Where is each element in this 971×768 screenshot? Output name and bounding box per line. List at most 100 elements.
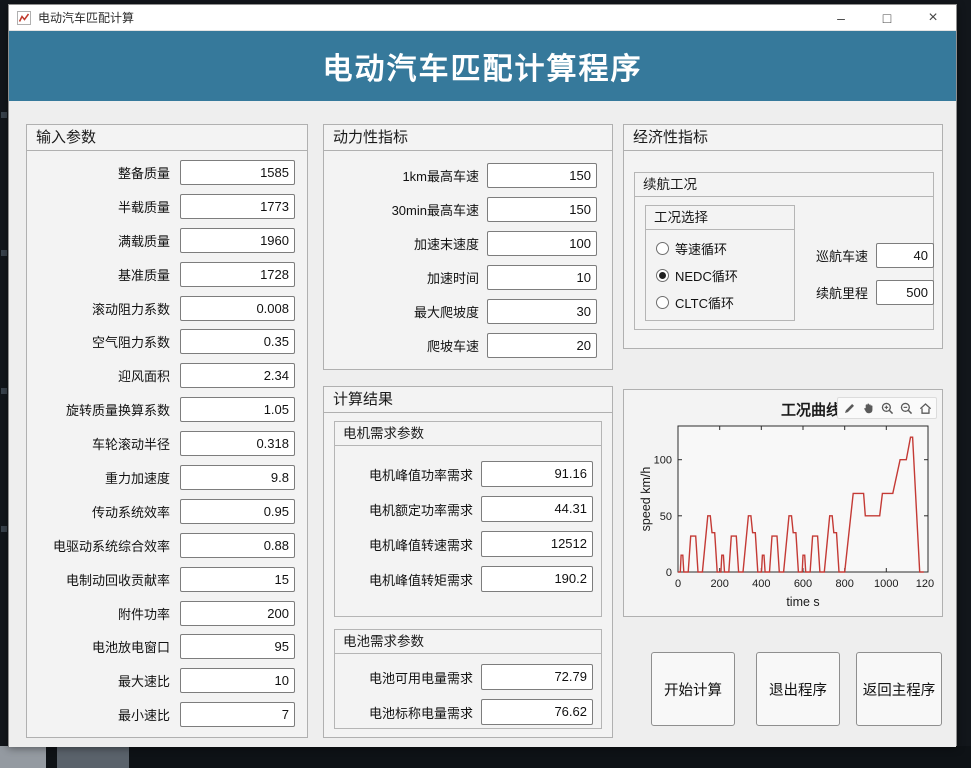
field-label: 半载质量 (117, 199, 170, 215)
maximize-button[interactable]: □ (864, 5, 910, 31)
field-label: 最大速比 (117, 674, 170, 690)
min-speed-ratio-input[interactable]: 7 (180, 702, 295, 728)
field-row: 半载质量 1773 (30, 193, 295, 219)
battery-usable-energy-output[interactable]: 72.79 (481, 664, 593, 690)
rolling-resistance-input[interactable]: 0.008 (180, 295, 295, 321)
field-label: 加速时间 (426, 271, 479, 286)
max-speed-30min-input[interactable]: 150 (487, 197, 597, 222)
start-calculation-button[interactable]: 开始计算 (651, 652, 735, 726)
app-window: 电动汽车匹配计算 – □ × 电动汽车匹配计算程序 输入参数 整备质量 1585 … (8, 4, 957, 747)
field-label: 空气阻力系数 (91, 335, 170, 351)
field-row: 电制动回收贡献率 15 (30, 566, 295, 592)
home-icon[interactable] (917, 400, 933, 416)
field-label: 电池放电窗口 (91, 640, 170, 656)
zoom-in-icon[interactable] (879, 400, 895, 416)
accel-time-input[interactable]: 10 (487, 265, 597, 290)
battery-nominal-energy-output[interactable]: 76.62 (481, 699, 593, 725)
brush-icon[interactable] (841, 400, 857, 416)
field-row: 30min最高车速 150 (324, 197, 597, 222)
field-label: 爬坡车速 (426, 339, 479, 354)
motor-peak-power-output[interactable]: 91.16 (481, 461, 593, 487)
economy-panel-title: 经济性指标 (624, 125, 942, 151)
field-row: 电池可用电量需求 72.79 (335, 664, 593, 690)
battery-panel-title: 电池需求参数 (335, 630, 601, 654)
range-condition-panel: 续航工况 工况选择 等速循环 NEDC循环 CLTC循环 巡航车速 40 续航里… (634, 172, 934, 330)
taskbar-item (57, 746, 129, 768)
field-row: 电机峰值转速需求 12512 (335, 531, 593, 557)
cycle-select-panel: 工况选择 等速循环 NEDC循环 CLTC循环 (645, 205, 795, 321)
max-speed-1km-input[interactable]: 150 (487, 163, 597, 188)
radio-constant-speed-cycle[interactable]: 等速循环 (656, 239, 794, 257)
field-label: 电机峰值转速需求 (368, 537, 473, 553)
exit-program-button[interactable]: 退出程序 (756, 652, 840, 726)
zoom-out-icon[interactable] (898, 400, 914, 416)
field-label: 车轮滚动半径 (91, 437, 170, 453)
battery-discharge-window-input[interactable]: 95 (180, 634, 295, 660)
field-row: 满载质量 1960 (30, 227, 295, 253)
battery-requirements-panel: 电池需求参数 电池可用电量需求 72.79 电池标称电量需求 76.62 (334, 629, 602, 729)
gravity-accel-input[interactable]: 9.8 (180, 465, 295, 491)
svg-text:600: 600 (794, 578, 812, 590)
regen-contribution-input[interactable]: 15 (180, 566, 295, 592)
field-label: 基准质量 (117, 267, 170, 283)
transmission-efficiency-input[interactable]: 0.95 (180, 498, 295, 524)
field-row: 最大爬坡度 30 (324, 299, 597, 324)
results-panel-title: 计算结果 (324, 387, 612, 413)
full-load-mass-input[interactable]: 1960 (180, 227, 295, 253)
field-row: 重力加速度 9.8 (30, 465, 295, 491)
max-gradeability-input[interactable]: 30 (487, 299, 597, 324)
air-drag-coeff-input[interactable]: 0.35 (180, 329, 295, 355)
window-controls: – □ × (818, 5, 956, 31)
wheel-radius-input[interactable]: 0.318 (180, 431, 295, 457)
radio-label: 等速循环 (675, 241, 728, 257)
svg-text:200: 200 (711, 578, 729, 590)
accessory-power-input[interactable]: 200 (180, 600, 295, 626)
close-button[interactable]: × (910, 5, 956, 31)
cruise-speed-input[interactable]: 40 (876, 243, 934, 268)
field-label: 续航里程 (815, 286, 868, 301)
motor-panel-title: 电机需求参数 (335, 422, 601, 446)
motor-peak-torque-output[interactable]: 190.2 (481, 566, 593, 592)
rotating-mass-coeff-input[interactable]: 1.05 (180, 397, 295, 423)
radio-nedc-cycle[interactable]: NEDC循环 (656, 266, 794, 284)
field-row: 空气阻力系数 0.35 (30, 329, 295, 355)
return-main-button[interactable]: 返回主程序 (856, 652, 942, 726)
field-row: 1km最高车速 150 (324, 163, 597, 188)
svg-text:1200: 1200 (916, 578, 934, 590)
reference-mass-input[interactable]: 1728 (180, 261, 295, 287)
field-row: 电机额定功率需求 44.31 (335, 496, 593, 522)
svg-text:50: 50 (660, 511, 672, 523)
field-label: 巡航车速 (815, 249, 868, 264)
field-row: 电池放电窗口 95 (30, 634, 295, 660)
field-row: 传动系统效率 0.95 (30, 498, 295, 524)
half-load-mass-input[interactable]: 1773 (180, 193, 295, 219)
svg-text:speed km/h: speed km/h (639, 467, 653, 532)
axes-toolbar (837, 397, 937, 419)
motor-rated-power-output[interactable]: 44.31 (481, 496, 593, 522)
field-label: 加速末速度 (413, 237, 479, 252)
accel-final-speed-input[interactable]: 100 (487, 231, 597, 256)
cycle-chart: 0 200 400 600 800 1000 1200 0 50 100 time s speed k… (639, 425, 934, 609)
economy-panel: 经济性指标 续航工况 工况选择 等速循环 NEDC循环 CLTC循环 巡航车速 … (623, 124, 943, 349)
app-icon (17, 10, 31, 25)
pan-icon[interactable] (860, 400, 876, 416)
field-row: 加速末速度 100 (324, 231, 597, 256)
desktop-icon (1, 526, 7, 532)
header-banner: 电动汽车匹配计算程序 (9, 31, 956, 101)
radio-cltc-cycle[interactable]: CLTC循环 (656, 293, 794, 311)
minimize-button[interactable]: – (818, 5, 864, 31)
driving-range-input[interactable]: 500 (876, 280, 934, 305)
curb-mass-input[interactable]: 1585 (180, 160, 295, 185)
field-row: 爬坡车速 20 (324, 333, 597, 358)
frontal-area-input[interactable]: 2.34 (180, 363, 295, 389)
field-label: 滚动阻力系数 (91, 301, 170, 317)
motor-peak-speed-output[interactable]: 12512 (481, 531, 593, 557)
drive-system-efficiency-input[interactable]: 0.88 (180, 532, 295, 558)
field-row: 车轮滚动半径 0.318 (30, 431, 295, 457)
grade-speed-input[interactable]: 20 (487, 333, 597, 358)
field-row: 加速时间 10 (324, 265, 597, 290)
desktop-icon (1, 388, 7, 394)
desktop-icon (1, 250, 7, 256)
field-row: 附件功率 200 (30, 600, 295, 626)
max-speed-ratio-input[interactable]: 10 (180, 668, 295, 694)
